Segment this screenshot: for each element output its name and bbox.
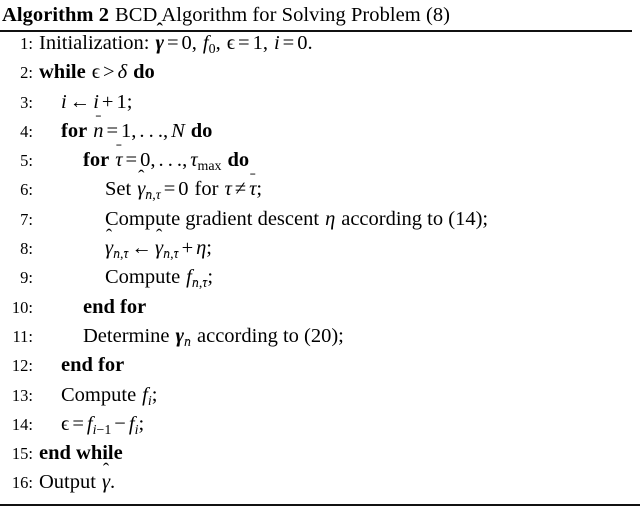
algorithm-step: 3: i ← i +1; — [0, 91, 640, 120]
step-number: 7: — [20, 209, 33, 229]
step-content: forn̄=1,. . .,Ndo — [61, 119, 213, 142]
step-number: 4: — [20, 121, 33, 141]
algorithm-step: 7: Compute gradient descent η according to… — [0, 208, 640, 237]
algorithm-step: 10: end for — [0, 296, 640, 325]
step-number: 1: — [20, 34, 33, 53]
algorithm-step: 14: ϵ = fi−1− fi; — [0, 413, 640, 442]
step-content: Compute gradient descent η according to (1… — [105, 207, 489, 230]
step-content: i ← i +1; — [61, 90, 133, 113]
step-content: Initialization:γ̂=0,f0,ϵ=1,i=0. — [39, 32, 313, 57]
step-content: Setγ̂n̄,τ=0forτ≠τ̄; — [105, 178, 263, 204]
algorithm-step: 8: γ̂n̄,τ̄←γ̂n̄,τ̄+η; — [0, 237, 640, 266]
step-content: ϵ = fi−1− fi; — [61, 412, 145, 438]
step-content: Compute fi; — [61, 383, 158, 409]
algorithm-step: 1: Initialization:γ̂=0,f0,ϵ=1,i=0. — [0, 32, 640, 61]
algorithm-step: 4: forn̄=1,. . .,Ndo — [0, 120, 640, 149]
step-number: 5: — [20, 151, 33, 171]
step-content: Outputγ̂. — [39, 471, 116, 494]
bottom-rule — [0, 504, 640, 506]
algorithm-step: 11: Determineγn̄according to (20); — [0, 325, 640, 354]
algorithm-title: Algorithm 2 BCD Algorithm for Solving Pro… — [0, 0, 640, 29]
step-number: 10: — [11, 297, 33, 317]
step-content: Determineγn̄according to (20); — [83, 324, 344, 350]
step-number: 11: — [12, 326, 33, 346]
algorithm-steps: 1: Initialization:γ̂=0,f0,ϵ=1,i=0. 2: wh… — [0, 32, 640, 501]
algorithm-label: Algorithm 2 — [2, 4, 110, 26]
step-content: while ϵ > δ do — [39, 61, 155, 84]
algorithm-step: 6: Setγ̂n̄,τ=0forτ≠τ̄; — [0, 178, 640, 207]
algorithm-step: 16: Outputγ̂. — [0, 471, 640, 500]
step-number: 2: — [20, 63, 33, 83]
algorithm-step: 15: end while — [0, 442, 640, 471]
algorithm-step: 13: Compute fi; — [0, 384, 640, 413]
algorithm-caption: BCD Algorithm for Solving Problem (8) — [115, 4, 451, 26]
step-number: 8: — [20, 239, 33, 259]
step-number: 15: — [11, 444, 33, 464]
step-number: 16: — [11, 473, 33, 493]
algorithm-step: 9: Computefn̄,τ̄; — [0, 266, 640, 295]
algorithm-step: 12: end for — [0, 354, 640, 383]
step-content: end while — [39, 442, 123, 465]
step-content: forτ̄=0,. . .,τmaxdo — [83, 149, 250, 175]
step-number: 14: — [11, 414, 33, 434]
step-number: 6: — [20, 180, 33, 200]
step-number: 3: — [20, 92, 33, 112]
step-content: end for — [83, 295, 147, 318]
step-number: 12: — [11, 356, 33, 376]
step-content: γ̂n̄,τ̄←γ̂n̄,τ̄+η; — [105, 237, 212, 262]
step-number: 13: — [11, 385, 33, 405]
step-number: 9: — [20, 268, 33, 288]
algorithm-block: Algorithm 2 BCD Algorithm for Solving Pro… — [0, 0, 640, 513]
algorithm-step: 5: forτ̄=0,. . .,τmaxdo — [0, 149, 640, 178]
step-content: end for — [61, 354, 125, 377]
step-content: Computefn̄,τ̄; — [105, 266, 214, 292]
algorithm-step: 2: while ϵ > δ do — [0, 61, 640, 90]
